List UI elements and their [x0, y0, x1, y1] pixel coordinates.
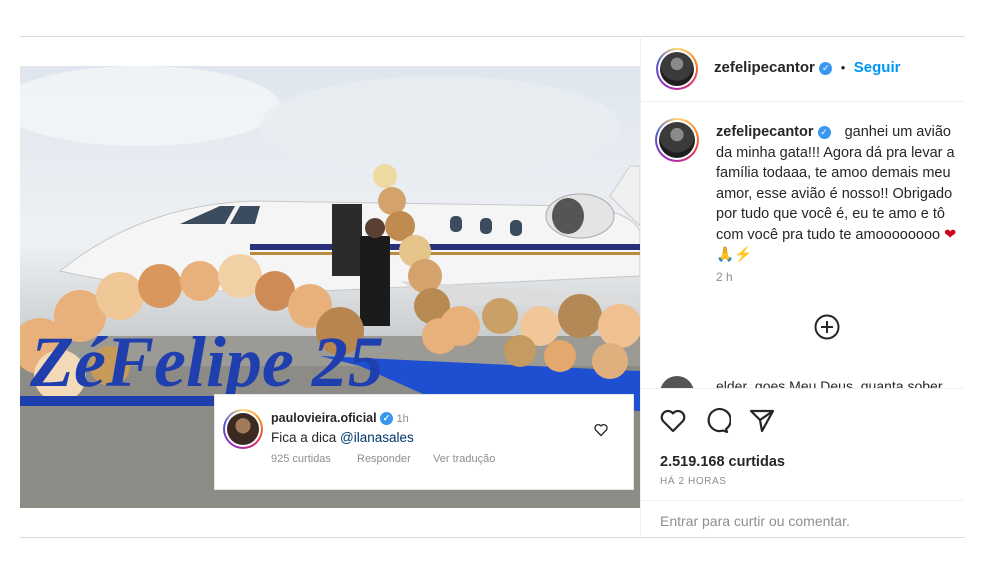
comment-prompt: Entrar para curtir ou comentar. [660, 513, 850, 529]
overlay-username-line: paulovieira.oficial ✓ 1h [271, 411, 409, 425]
overlay-comment: paulovieira.oficial ✓ 1h Fica a dica @il… [214, 394, 634, 490]
partial-comment-text: elder_goes Meu Deus, quanta sober [716, 378, 943, 388]
actions-divider [641, 388, 964, 389]
panel-divider [640, 36, 641, 536]
avatar[interactable] [656, 48, 698, 90]
translate-button[interactable]: Ver tradução [433, 453, 495, 465]
overlay-likes[interactable]: 925 curtidas [271, 453, 331, 465]
caption-time: 2 h [716, 270, 733, 284]
verified-badge-icon: ✓ [380, 412, 394, 425]
header-separator: • [840, 60, 846, 75]
plus-circle-icon[interactable] [814, 314, 840, 340]
reply-button[interactable]: Responder [357, 453, 411, 465]
partial-comment: elder_goes Meu Deus, quanta sober [660, 376, 964, 388]
verified-badge-icon: ✓ [817, 126, 831, 139]
heart-icon[interactable] [594, 423, 608, 437]
share-icon[interactable] [748, 407, 776, 435]
heart-icon[interactable] [659, 407, 687, 435]
posted-ago: HÁ 2 HORAS [660, 476, 727, 487]
header-username[interactable]: zefelipecantor [714, 59, 815, 76]
overlay-time: 1h [396, 413, 409, 425]
overlay-username[interactable]: paulovieira.oficial [271, 411, 377, 425]
caption-avatar[interactable] [655, 118, 699, 162]
comment-avatar[interactable] [660, 376, 694, 388]
caption-text: ganhei um avião da minha gata!!! Agora d… [716, 124, 955, 243]
caption-username[interactable]: zefelipecantor [716, 124, 814, 140]
follow-button[interactable]: Seguir [854, 59, 901, 76]
comment-bar: Entrar para curtir ou comentar. [641, 500, 964, 537]
login-link[interactable]: Entrar [660, 513, 698, 529]
likes-count[interactable]: 2.519.168 curtidas [660, 454, 785, 470]
comment-icon[interactable] [703, 407, 731, 435]
comment-prompt-text: para curtir ou comentar. [702, 513, 850, 529]
overlay-comment-text: Fica a dica @ilanasales [271, 430, 414, 445]
verified-badge-icon: ✓ [819, 62, 833, 75]
overlay-mention[interactable]: @ilanasales [340, 430, 414, 445]
post-header: zefelipecantor ✓ • Seguir [641, 37, 964, 102]
overlay-avatar[interactable] [223, 409, 263, 449]
balloon-sign-text: ZéFelipe 25 [29, 322, 384, 402]
post-caption: zefelipecantor ✓ ganhei um avião da minh… [716, 122, 964, 266]
overlay-text-prefix: Fica a dica [271, 430, 337, 445]
